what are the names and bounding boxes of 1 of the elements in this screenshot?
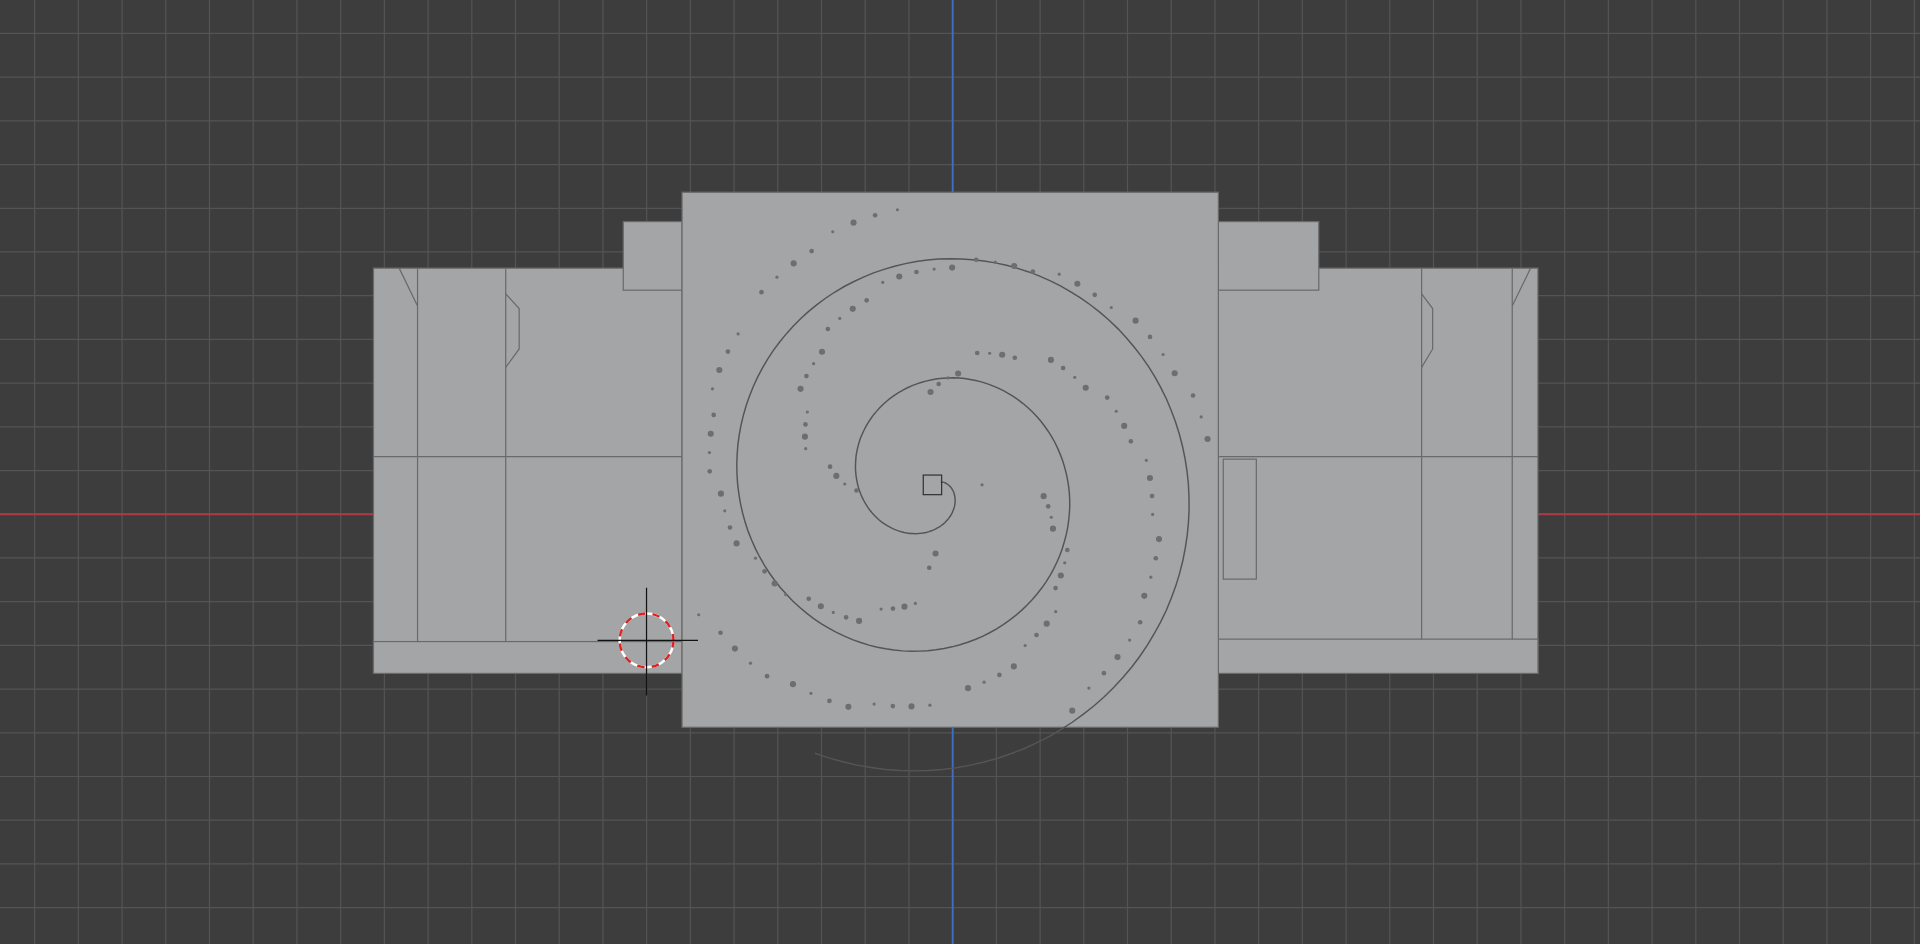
cursor-icon xyxy=(596,587,699,697)
